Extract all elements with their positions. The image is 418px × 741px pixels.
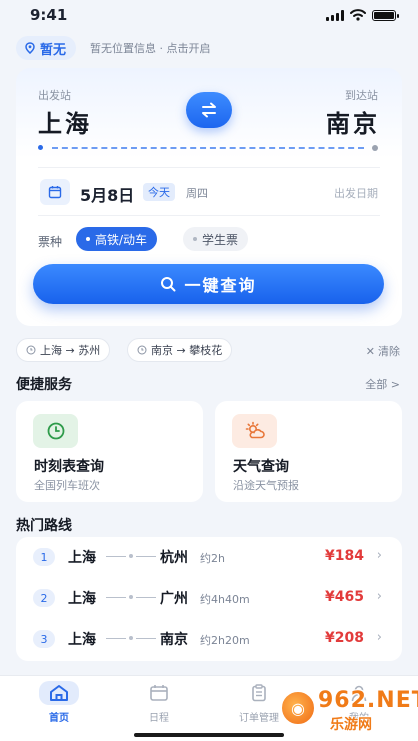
service-title: 天气查询	[233, 459, 289, 475]
watermark-logo: ◉ 962.NET 乐游网	[280, 688, 418, 736]
swap-stations-button[interactable]	[186, 92, 232, 128]
route-row[interactable]: 2 上海 广州 约4h40m ¥465 ›	[16, 578, 402, 619]
route-from: 上海	[68, 550, 96, 566]
search-button[interactable]: 一键查询	[33, 264, 384, 304]
status-time: 9:41	[30, 6, 68, 24]
to-station-label: 到达站	[345, 89, 378, 102]
from-city[interactable]: 上海	[38, 104, 92, 139]
clock-icon	[26, 345, 36, 355]
service-subtitle: 全国列车班次	[34, 479, 100, 492]
battery-icon	[372, 9, 399, 21]
weather-service-card[interactable]: 天气查询 沿途天气预报	[215, 401, 402, 502]
route-duration: 约2h	[200, 552, 225, 565]
route-price: ¥184	[325, 548, 364, 564]
from-station-label: 出发站	[38, 89, 71, 102]
chevron-right-icon: ›	[376, 630, 382, 645]
departure-date-label: 出发日期	[334, 187, 378, 200]
route-price: ¥465	[325, 589, 364, 605]
ticket-type-highspeed[interactable]: 高铁/动车	[76, 227, 158, 251]
route-number: 2	[33, 589, 55, 607]
clock-icon	[137, 345, 147, 355]
service-subtitle: 沿途天气预报	[233, 479, 299, 492]
chevron-right-icon: ›	[376, 589, 382, 604]
location-hint[interactable]: 暂无位置信息 · 点击开启	[90, 40, 211, 56]
search-button-label: 一键查询	[184, 276, 257, 295]
routes-list: 1 上海 杭州 约2h ¥184 › 2 上海 广州 约4h40m ¥465 ›…	[16, 537, 402, 661]
weather-icon	[232, 414, 277, 448]
today-badge: 今天	[143, 183, 175, 201]
to-city[interactable]: 南京	[326, 104, 380, 139]
swap-icon	[202, 102, 216, 118]
route-to: 杭州	[160, 550, 188, 566]
route-price: ¥208	[325, 630, 364, 646]
location-pin-icon	[25, 42, 35, 54]
watermark-badge-icon: ◉	[280, 690, 316, 726]
tab-home[interactable]: 首页	[19, 676, 99, 741]
departure-date[interactable]: 5月8日	[80, 182, 134, 206]
services-title: 便捷服务	[16, 377, 72, 393]
divider	[38, 215, 380, 216]
route-dashed-line	[38, 145, 378, 151]
status-bar: 9:41	[0, 0, 418, 32]
calendar-icon	[40, 179, 70, 205]
watermark-brand: 962.NET	[318, 688, 418, 713]
route-connector	[106, 554, 156, 558]
tab-schedule[interactable]: 日程	[119, 676, 199, 741]
service-title: 时刻表查询	[34, 459, 104, 475]
signal-icon	[326, 9, 344, 21]
chevron-right-icon: ›	[376, 548, 382, 563]
route-connector	[106, 595, 156, 599]
clear-history-button[interactable]: ✕ 清除	[366, 343, 400, 359]
clock-icon	[33, 414, 78, 448]
location-label: 暂无	[40, 42, 67, 58]
status-icons	[326, 9, 399, 21]
route-duration: 约2h20m	[200, 634, 250, 647]
route-row[interactable]: 3 上海 南京 约2h20m ¥208 ›	[16, 619, 402, 660]
close-icon: ✕	[365, 344, 375, 358]
services-more-link[interactable]: 全部 >	[365, 376, 400, 392]
route-duration: 约4h40m	[200, 593, 250, 606]
route-from: 上海	[68, 632, 96, 648]
route-from: 上海	[68, 591, 96, 607]
route-to: 广州	[160, 591, 188, 607]
search-icon	[161, 277, 176, 292]
watermark-sub: 乐游网	[330, 717, 372, 733]
location-button[interactable]: 暂无	[16, 36, 77, 60]
route-number: 1	[33, 548, 55, 566]
route-number: 3	[33, 630, 55, 648]
ticket-type-label: 票种	[38, 235, 63, 249]
wifi-icon	[350, 9, 366, 21]
route-row[interactable]: 1 上海 杭州 约2h ¥184 ›	[16, 537, 402, 578]
home-indicator	[134, 733, 284, 737]
weekday: 周四	[186, 187, 208, 200]
calendar-icon	[139, 681, 179, 705]
divider	[38, 167, 380, 168]
history-chip[interactable]: 上海 → 苏州	[16, 338, 111, 362]
clipboard-icon	[239, 681, 279, 705]
home-icon	[39, 681, 79, 705]
route-connector	[106, 636, 156, 640]
route-to: 南京	[160, 632, 188, 648]
timetable-service-card[interactable]: 时刻表查询 全国列车班次	[16, 401, 203, 502]
history-chip[interactable]: 南京 → 攀枝花	[127, 338, 233, 362]
routes-title: 热门路线	[16, 518, 72, 534]
ticket-type-student[interactable]: 学生票	[183, 227, 249, 251]
